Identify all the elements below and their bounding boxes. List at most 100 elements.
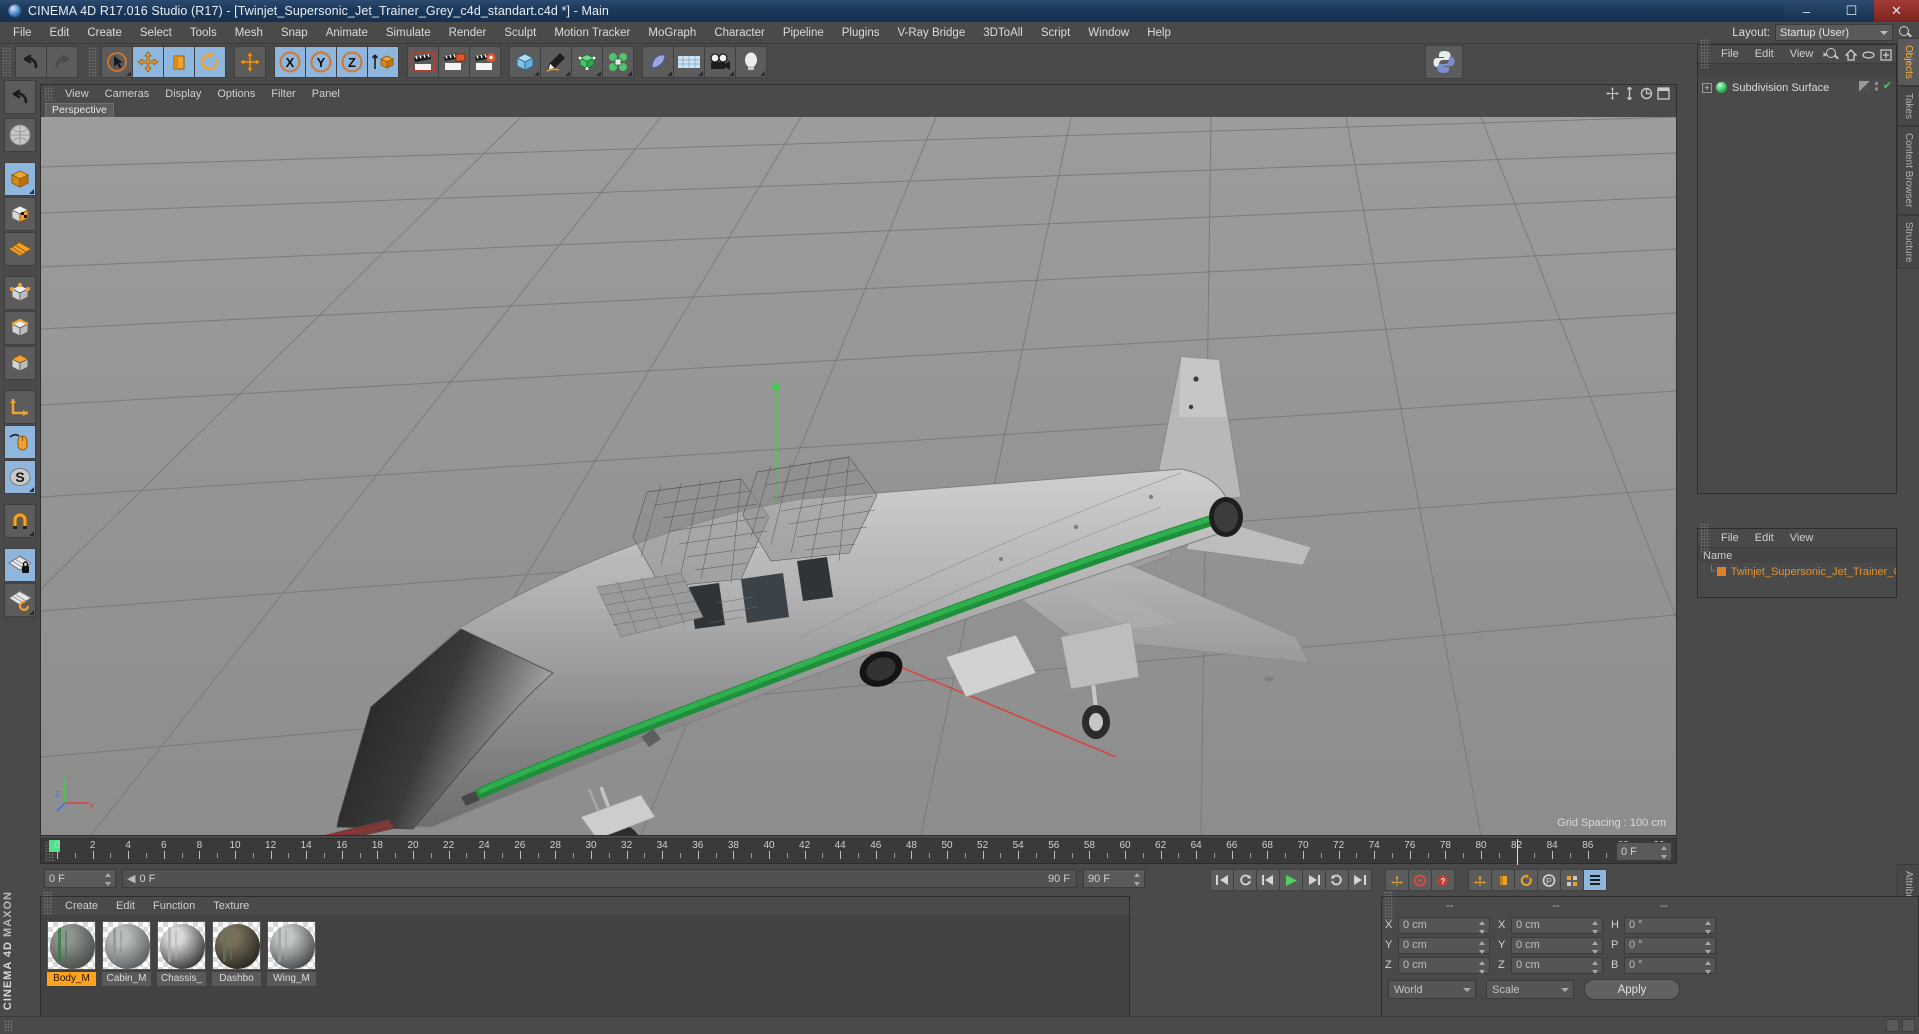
coord-field-rot[interactable]: 0 ° bbox=[1624, 936, 1716, 954]
texture-mode-button[interactable] bbox=[4, 197, 36, 231]
coordinates-grip[interactable] bbox=[1384, 891, 1394, 921]
add-camera-button[interactable] bbox=[704, 46, 736, 78]
object-menu-view[interactable]: View bbox=[1782, 45, 1822, 63]
layout-select[interactable]: Startup (User) bbox=[1775, 24, 1893, 41]
status-icon-1[interactable] bbox=[1886, 1019, 1899, 1032]
preview-end-stepper-icon[interactable] bbox=[1134, 873, 1141, 886]
menu-item-mograph[interactable]: MoGraph bbox=[639, 22, 705, 44]
magnet-tool-button[interactable] bbox=[4, 504, 36, 538]
current-frame-field[interactable]: 0 F bbox=[44, 869, 116, 888]
material-item[interactable]: Dashbo bbox=[212, 921, 261, 1016]
add-floor-scene-button[interactable] bbox=[673, 46, 705, 78]
material-menu-create[interactable]: Create bbox=[56, 897, 107, 915]
add-nurbs-button[interactable] bbox=[571, 46, 603, 78]
side-tab-content-browser[interactable]: Content Browser bbox=[1897, 126, 1919, 215]
object-manager-grip[interactable] bbox=[1700, 39, 1710, 69]
object-layer-swatch-icon[interactable] bbox=[1858, 80, 1870, 92]
rotate-tool[interactable] bbox=[194, 46, 226, 78]
menu-item-pipeline[interactable]: Pipeline bbox=[774, 22, 833, 44]
move-duplicate-tool[interactable] bbox=[234, 46, 266, 78]
move-tool[interactable] bbox=[132, 46, 164, 78]
viewport-solo-mouse-button[interactable] bbox=[4, 425, 36, 459]
expand-toggle-icon[interactable]: + bbox=[1702, 82, 1712, 93]
menu-item-3dtoall[interactable]: 3DToAll bbox=[974, 22, 1032, 44]
object-menu-file[interactable]: File bbox=[1713, 45, 1747, 63]
timeline-ruler[interactable]: 0 2 4 6 8 10 12 14 16 18 20 22 24 26 28 30 32 34 36 38 40 42 4… bbox=[40, 838, 1677, 865]
menu-item-character[interactable]: Character bbox=[705, 22, 774, 44]
stepper-icon[interactable] bbox=[1479, 920, 1486, 934]
coord-field-pos[interactable]: 0 cm bbox=[1398, 916, 1490, 934]
coord-field-pos[interactable]: 0 cm bbox=[1398, 956, 1490, 974]
side-tab-objects[interactable]: Objects bbox=[1897, 38, 1919, 86]
record-position-button[interactable] bbox=[1385, 869, 1409, 891]
next-frame-button[interactable] bbox=[1302, 869, 1326, 891]
menu-item-plugins[interactable]: Plugins bbox=[833, 22, 889, 44]
stepper-icon[interactable] bbox=[1592, 940, 1599, 954]
scale-view-icon[interactable] bbox=[1623, 85, 1636, 102]
undo-button[interactable] bbox=[15, 46, 47, 78]
menu-item-mesh[interactable]: Mesh bbox=[226, 22, 272, 44]
material-preview[interactable] bbox=[157, 921, 206, 970]
stepper-icon[interactable] bbox=[1705, 960, 1712, 974]
material-item[interactable]: Wing_M bbox=[267, 921, 316, 1016]
coordinate-mode-select[interactable]: Scale bbox=[1486, 980, 1574, 999]
stepper-icon[interactable] bbox=[1479, 960, 1486, 974]
python-console-button[interactable] bbox=[1425, 45, 1463, 79]
menu-item-script[interactable]: Script bbox=[1032, 22, 1079, 44]
viewport-canvas[interactable]: Grid Spacing : 100 cm Y X Z bbox=[41, 117, 1676, 835]
side-tab-structure[interactable]: Structure bbox=[1897, 214, 1919, 270]
maximize-view-icon[interactable] bbox=[1657, 87, 1670, 100]
home-icon[interactable] bbox=[1845, 48, 1857, 61]
layer-menu-edit[interactable]: Edit bbox=[1747, 529, 1782, 547]
material-item[interactable]: Chassis_ bbox=[157, 921, 206, 1016]
object-visibility-dots-icon[interactable] bbox=[1874, 81, 1879, 95]
menu-item-help[interactable]: Help bbox=[1138, 22, 1180, 44]
add-array-button[interactable] bbox=[602, 46, 634, 78]
menu-item-v-ray-bridge[interactable]: V-Ray Bridge bbox=[888, 22, 974, 44]
tab-perspective[interactable]: Perspective bbox=[45, 103, 114, 117]
render-region-button[interactable] bbox=[438, 46, 470, 78]
enable-axis-modification-button[interactable] bbox=[4, 390, 36, 424]
material-item[interactable]: Cabin_M bbox=[102, 921, 151, 1016]
coordinate-space-select[interactable]: World bbox=[1388, 980, 1476, 999]
menu-item-edit[interactable]: Edit bbox=[41, 22, 79, 44]
keyframe-pla-toggle[interactable] bbox=[1560, 869, 1584, 891]
object-enabled-check-icon[interactable]: ✔ bbox=[1883, 80, 1892, 95]
x-axis-lock-button[interactable]: X bbox=[274, 46, 306, 78]
redo-button[interactable] bbox=[46, 46, 78, 78]
autokeying-button[interactable] bbox=[1408, 869, 1432, 891]
keyframe-parameter-toggle[interactable]: P bbox=[1537, 869, 1561, 891]
frame-range-bar[interactable]: ◀ 0 F 90 F bbox=[122, 869, 1077, 888]
keyframe-scale-toggle[interactable] bbox=[1491, 869, 1515, 891]
stepper-icon[interactable] bbox=[1592, 960, 1599, 974]
render-view-button[interactable] bbox=[407, 46, 439, 78]
viewport-menu-view[interactable]: View bbox=[57, 85, 97, 103]
go-to-start-button[interactable] bbox=[1210, 869, 1234, 891]
menu-item-sculpt[interactable]: Sculpt bbox=[495, 22, 545, 44]
stepper-icon[interactable] bbox=[1661, 846, 1668, 859]
stepper-icon[interactable] bbox=[1705, 940, 1712, 954]
viewport-menu-display[interactable]: Display bbox=[157, 85, 209, 103]
rotate-view-icon[interactable] bbox=[1640, 87, 1653, 100]
toolbar-grip-2[interactable] bbox=[88, 47, 98, 77]
layer-manager-grip[interactable] bbox=[1700, 523, 1710, 553]
viewport-menu-grip[interactable] bbox=[44, 87, 54, 101]
edges-mode-button[interactable] bbox=[4, 311, 36, 345]
play-button[interactable] bbox=[1279, 869, 1303, 891]
range-left-arrow-icon[interactable]: ◀ bbox=[127, 872, 135, 885]
menu-item-animate[interactable]: Animate bbox=[317, 22, 377, 44]
material-preview[interactable] bbox=[212, 921, 261, 970]
stepper-icon[interactable] bbox=[1592, 920, 1599, 934]
side-tab-takes[interactable]: Takes bbox=[1897, 85, 1919, 127]
menu-item-create[interactable]: Create bbox=[78, 22, 131, 44]
z-axis-lock-button[interactable]: Z bbox=[336, 46, 368, 78]
add-bend-deformer-button[interactable] bbox=[642, 46, 674, 78]
go-to-end-button[interactable] bbox=[1348, 869, 1372, 891]
menu-item-motion-tracker[interactable]: Motion Tracker bbox=[545, 22, 639, 44]
visibility-icon[interactable] bbox=[1862, 50, 1875, 60]
undo-view-button[interactable] bbox=[4, 80, 36, 114]
points-mode-button[interactable] bbox=[4, 276, 36, 310]
minimize-button[interactable]: – bbox=[1784, 0, 1829, 22]
live-selection-tool[interactable] bbox=[101, 46, 133, 78]
add-layer-icon[interactable] bbox=[1880, 48, 1892, 61]
